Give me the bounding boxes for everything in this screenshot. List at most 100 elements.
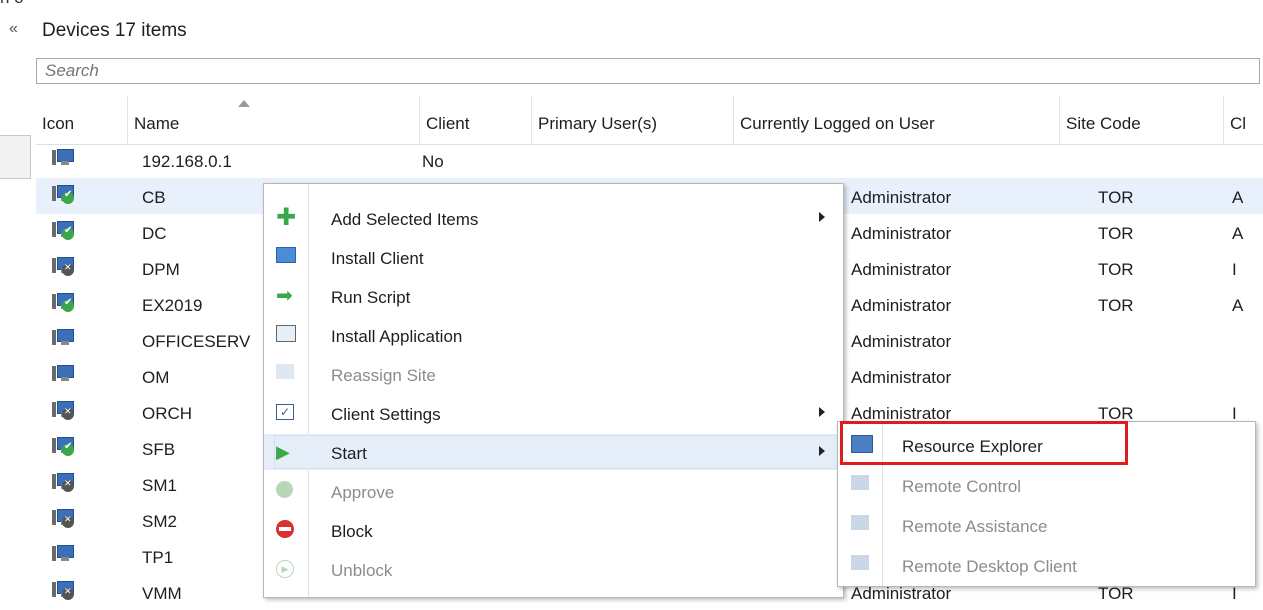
grid-header: Icon Name Client Primary User(s) Current… (36, 96, 1263, 145)
computer-icon (52, 364, 74, 384)
menu-item-label: Reassign Site (331, 366, 436, 385)
menu-item-label: Unblock (331, 561, 393, 580)
site-code-cell: TOR (1098, 296, 1134, 315)
column-header-client-type[interactable]: Cl (1224, 96, 1263, 144)
device-name-cell: ORCH (142, 404, 193, 423)
remote-assistance-icon (851, 515, 873, 535)
tower-shape (52, 438, 56, 453)
menu-item-label: Approve (331, 483, 395, 502)
menu-item-block[interactable]: Block (264, 512, 843, 548)
computer-icon (52, 400, 74, 420)
menu-item-label: Client Settings (331, 405, 441, 424)
remote-desktop-icon (851, 555, 873, 575)
submenu-arrow-icon (819, 212, 825, 222)
tower-shape (52, 474, 56, 489)
tower-shape (52, 582, 56, 597)
submenu-item-remote-control: Remote Control (838, 466, 1255, 506)
device-name-cell: EX2019 (142, 296, 203, 315)
client-type-cell: A (1232, 224, 1244, 243)
status-ok-icon (62, 189, 74, 204)
monitor-stand (61, 341, 69, 345)
site-code-cell: TOR (1098, 260, 1134, 279)
page-title: Devices 17 items (42, 20, 187, 41)
device-name-cell: 192.168.0.1 (142, 152, 232, 171)
menu-item-label: Block (331, 522, 373, 541)
menu-item-reassign-site: Reassign Site (264, 356, 843, 392)
menu-item-label: Run Script (331, 288, 411, 307)
tower-shape (52, 402, 56, 417)
column-header-primary-users[interactable]: Primary User(s) (532, 96, 734, 144)
status-error-icon (62, 586, 74, 600)
annotation-highlight-box (840, 421, 1128, 465)
submenu-item-label: Remote Assistance (902, 517, 1048, 536)
logged-on-user-cell: Administrator (851, 188, 952, 207)
device-name-cell: TP1 (142, 548, 174, 567)
device-name-cell: SM1 (142, 476, 177, 495)
tower-shape (52, 150, 56, 165)
monitor-stand (61, 377, 69, 381)
column-label: Site Code (1066, 114, 1141, 133)
status-error-icon (62, 514, 74, 528)
client-type-cell: I (1232, 584, 1237, 603)
device-name-cell: DPM (142, 260, 180, 279)
device-name-cell: CB (142, 188, 166, 207)
menu-item-unblock: ▶ Unblock (264, 551, 843, 587)
menu-item-add-selected-items[interactable]: ✚ Add Selected Items (264, 200, 843, 236)
menu-item-start[interactable]: ▶ Start (264, 434, 843, 470)
computer-icon (52, 544, 74, 564)
column-header-name[interactable]: Name (128, 96, 420, 144)
status-error-icon (62, 478, 74, 492)
monitor-stand (61, 161, 69, 165)
sort-ascending-icon (238, 100, 250, 107)
device-name-cell: SM2 (142, 512, 177, 531)
search-box[interactable] (36, 58, 1263, 84)
submenu-arrow-icon (819, 446, 825, 456)
column-label: Client (426, 114, 470, 133)
navigation-pane-tab[interactable] (0, 135, 31, 179)
tower-shape (52, 294, 56, 309)
column-header-logged-on-user[interactable]: Currently Logged on User (734, 96, 1060, 144)
computer-icon (52, 148, 74, 168)
cut-off-title-text: n o (0, 0, 24, 8)
computer-icon (52, 580, 74, 600)
remote-control-icon (851, 475, 873, 495)
logged-on-user-cell: Administrator (851, 260, 952, 279)
column-label: Currently Logged on User (740, 114, 935, 133)
column-label: Icon (42, 114, 75, 133)
collapse-pane-button[interactable]: « (9, 20, 18, 38)
submenu-item-label: Remote Desktop Client (902, 557, 1077, 576)
play-icon: ▶ (276, 442, 290, 462)
status-error-icon (62, 262, 74, 276)
client-cell: No (422, 152, 444, 171)
checkbox-settings-icon: ✓ (276, 403, 296, 423)
tower-shape (52, 186, 56, 201)
menu-item-install-client[interactable]: Install Client (264, 239, 843, 275)
menu-item-client-settings[interactable]: ✓ Client Settings (264, 395, 843, 431)
client-type-cell: A (1232, 188, 1244, 207)
approve-icon (276, 481, 296, 501)
context-menu: ✚ Add Selected Items Install Client ➡ Run Sc… (263, 183, 844, 598)
menu-item-run-script[interactable]: ➡ Run Script (264, 278, 843, 314)
submenu-arrow-icon (819, 407, 825, 417)
tower-shape (52, 546, 56, 561)
client-type-cell: I (1232, 260, 1237, 279)
site-code-cell: TOR (1098, 584, 1134, 603)
device-name-cell: OFFICESERV (142, 332, 251, 351)
status-ok-icon (62, 225, 74, 240)
client-type-cell: A (1232, 296, 1244, 315)
computer-icon (52, 436, 74, 456)
column-header-site-code[interactable]: Site Code (1060, 96, 1224, 144)
block-icon (276, 520, 296, 540)
search-input[interactable] (37, 59, 1263, 83)
menu-item-install-application[interactable]: Install Application (264, 317, 843, 353)
arrow-right-icon: ➡ (276, 285, 293, 307)
table-row[interactable]: 192.168.0.1 No (36, 142, 1263, 178)
computer-icon (52, 256, 74, 276)
submenu-item-remote-desktop-client: Remote Desktop Client (838, 546, 1255, 586)
column-header-client[interactable]: Client (420, 96, 532, 144)
logged-on-user-cell: Administrator (851, 332, 952, 351)
column-label: Name (134, 114, 180, 133)
column-header-icon[interactable]: Icon (36, 96, 128, 144)
tower-shape (52, 222, 56, 237)
site-code-cell: TOR (1098, 224, 1134, 243)
